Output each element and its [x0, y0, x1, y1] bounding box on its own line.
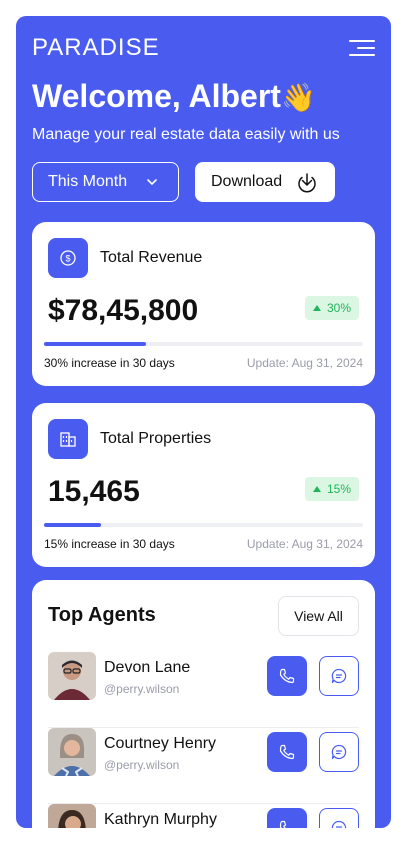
download-button[interactable]: Download: [195, 162, 335, 202]
agent-handle: @perry.wilson: [104, 758, 180, 772]
welcome-subtitle: Manage your real estate data easily with…: [32, 126, 340, 143]
change-value: 15%: [326, 482, 351, 496]
properties-card: Total Properties 15,465 15% 15% increase…: [32, 403, 375, 567]
svg-text:$: $: [65, 254, 70, 264]
chat-bubble-icon: [331, 820, 347, 828]
chat-bubble-icon: [331, 744, 347, 760]
stat-update: Update: Aug 31, 2024: [246, 537, 363, 551]
app-logo: PARADISE: [32, 34, 160, 61]
stat-update: Update: Aug 31, 2024: [246, 356, 363, 370]
greeting-text: Welcome, Albert: [32, 78, 281, 114]
trend-up-icon: [312, 486, 321, 492]
progress-fill: [44, 523, 102, 527]
download-icon: [298, 173, 316, 193]
phone-icon: [279, 820, 287, 828]
call-button[interactable]: [267, 656, 307, 696]
phone-icon: [279, 668, 295, 684]
trend-up-icon: [312, 305, 321, 311]
section-title: Top Agents: [48, 604, 156, 626]
menu-line: [349, 54, 375, 56]
revenue-card: $ Total Revenue $78,45,800 30% 30% incre…: [32, 222, 375, 386]
call-button[interactable]: [267, 808, 307, 828]
agent-handle: @perry.wilson: [104, 682, 180, 696]
stat-title: Total Properties: [100, 430, 212, 447]
message-button[interactable]: [319, 808, 359, 828]
agent-name: Devon Lane: [104, 659, 191, 676]
stat-note: 30% increase in 30 days: [44, 356, 175, 370]
chat-bubble-icon: [331, 668, 347, 684]
top-agents-card: Top Agents View All Devon Lane @perry.wi…: [32, 580, 375, 828]
message-button[interactable]: [319, 656, 359, 696]
dollar-coin-icon: $: [48, 238, 88, 278]
progress-bar: [44, 523, 363, 527]
change-badge: 15%: [304, 477, 359, 501]
progress-fill: [44, 342, 147, 346]
change-badge: 30%: [304, 296, 359, 320]
agent-name: Courtney Henry: [104, 735, 217, 752]
app-screen: PARADISE Welcome, Albert👋 Manage your re…: [16, 16, 391, 828]
agent-row[interactable]: Kathryn Murphy: [48, 804, 359, 828]
welcome-heading: Welcome, Albert👋: [32, 78, 316, 115]
stat-title: Total Revenue: [100, 249, 203, 266]
wave-emoji: 👋: [280, 82, 316, 113]
stat-note: 15% increase in 30 days: [44, 537, 175, 551]
view-all-button[interactable]: View All: [278, 596, 359, 636]
agent-row[interactable]: Devon Lane @perry.wilson: [48, 652, 359, 728]
period-label: This Month: [48, 173, 128, 190]
avatar: [48, 804, 96, 828]
avatar: [48, 728, 96, 776]
stat-value: 15,465: [48, 475, 140, 508]
menu-line: [357, 47, 375, 49]
phone-icon: [279, 744, 295, 760]
stat-value: $78,45,800: [48, 294, 199, 327]
agent-row[interactable]: Courtney Henry @perry.wilson: [48, 728, 359, 804]
top-bar: PARADISE: [32, 32, 375, 64]
menu-line: [349, 40, 375, 42]
avatar: [48, 652, 96, 700]
call-button[interactable]: [267, 732, 307, 772]
progress-bar: [44, 342, 363, 346]
building-icon: [48, 419, 88, 459]
chevron-down-icon: [147, 179, 157, 185]
hamburger-menu-icon[interactable]: [349, 38, 375, 58]
download-label: Download: [211, 173, 283, 190]
change-value: 30%: [326, 301, 351, 315]
message-button[interactable]: [319, 732, 359, 772]
agent-name: Kathryn Murphy: [104, 811, 217, 828]
period-dropdown[interactable]: This Month: [32, 162, 179, 202]
